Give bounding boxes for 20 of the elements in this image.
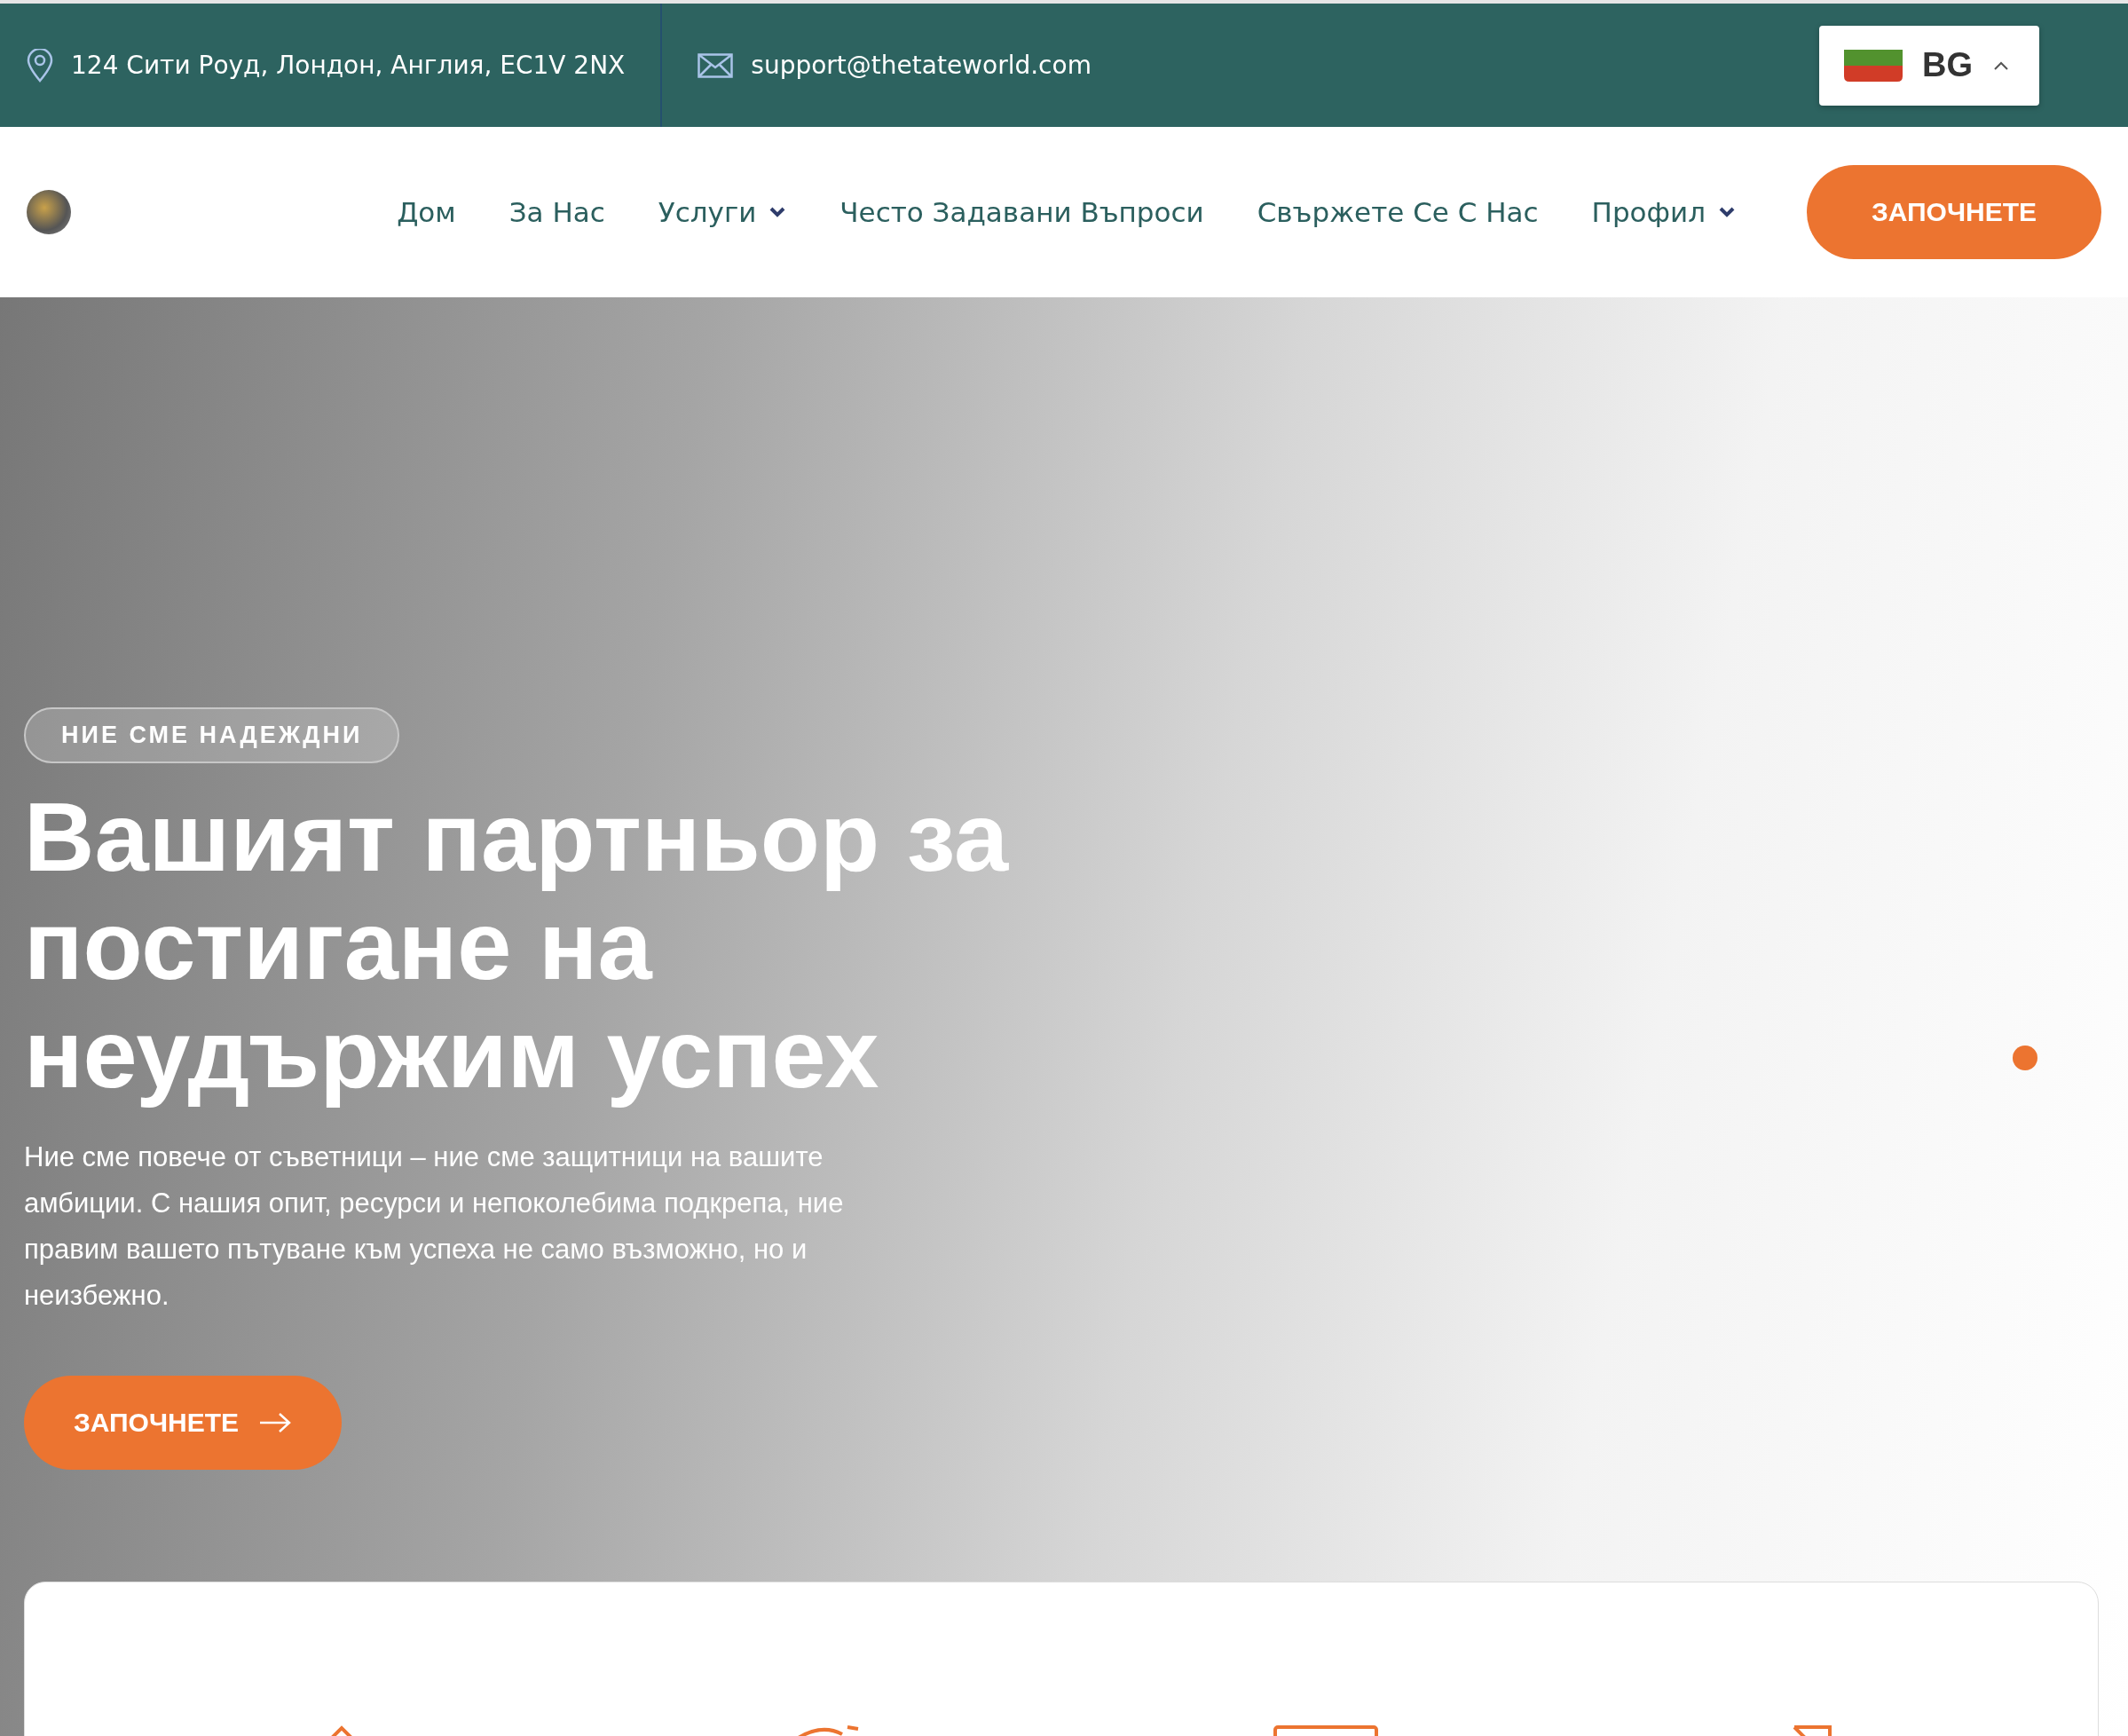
address-text: 124 Сити Роуд, Лондон, Англия, EC1V 2NX [71, 51, 626, 80]
nav-link[interactable]: Дом [397, 196, 456, 228]
nav-link[interactable]: Свържете Се С Нас [1257, 196, 1539, 228]
logo[interactable] [27, 190, 71, 234]
nav-link[interactable]: Профил [1591, 196, 1736, 228]
chevron-icon [1718, 206, 1736, 218]
flag-icon [1844, 49, 1903, 82]
nav-link[interactable]: За Нас [508, 196, 605, 228]
hero-tag: НИЕ СМЕ НАДЕЖДНИ [24, 707, 400, 763]
email-link[interactable]: support@thetateworld.com [751, 51, 1092, 80]
nav-link[interactable]: Услуги [658, 196, 787, 228]
mail-icon [698, 52, 734, 78]
arrow-right-icon [258, 1412, 293, 1433]
chevron-icon [768, 206, 787, 218]
slider-dot[interactable] [2013, 1046, 2037, 1070]
language-selector[interactable]: BG [1819, 25, 2039, 106]
hero-text: Ние сме повече от съветници – ние сме защитници на вашите амбиции. С нашия опит, ресурси и непоколебима подкрепа, ние правим вашето пътуване към успеха не само възможно, но и неизбежно. [24, 1140, 845, 1313]
nav-link[interactable]: Често Задавани Въпроси [839, 196, 1204, 228]
location-pin-icon [27, 48, 53, 83]
hero-title: Вашият партньор за постигане на неудържим успех [24, 783, 1010, 1108]
